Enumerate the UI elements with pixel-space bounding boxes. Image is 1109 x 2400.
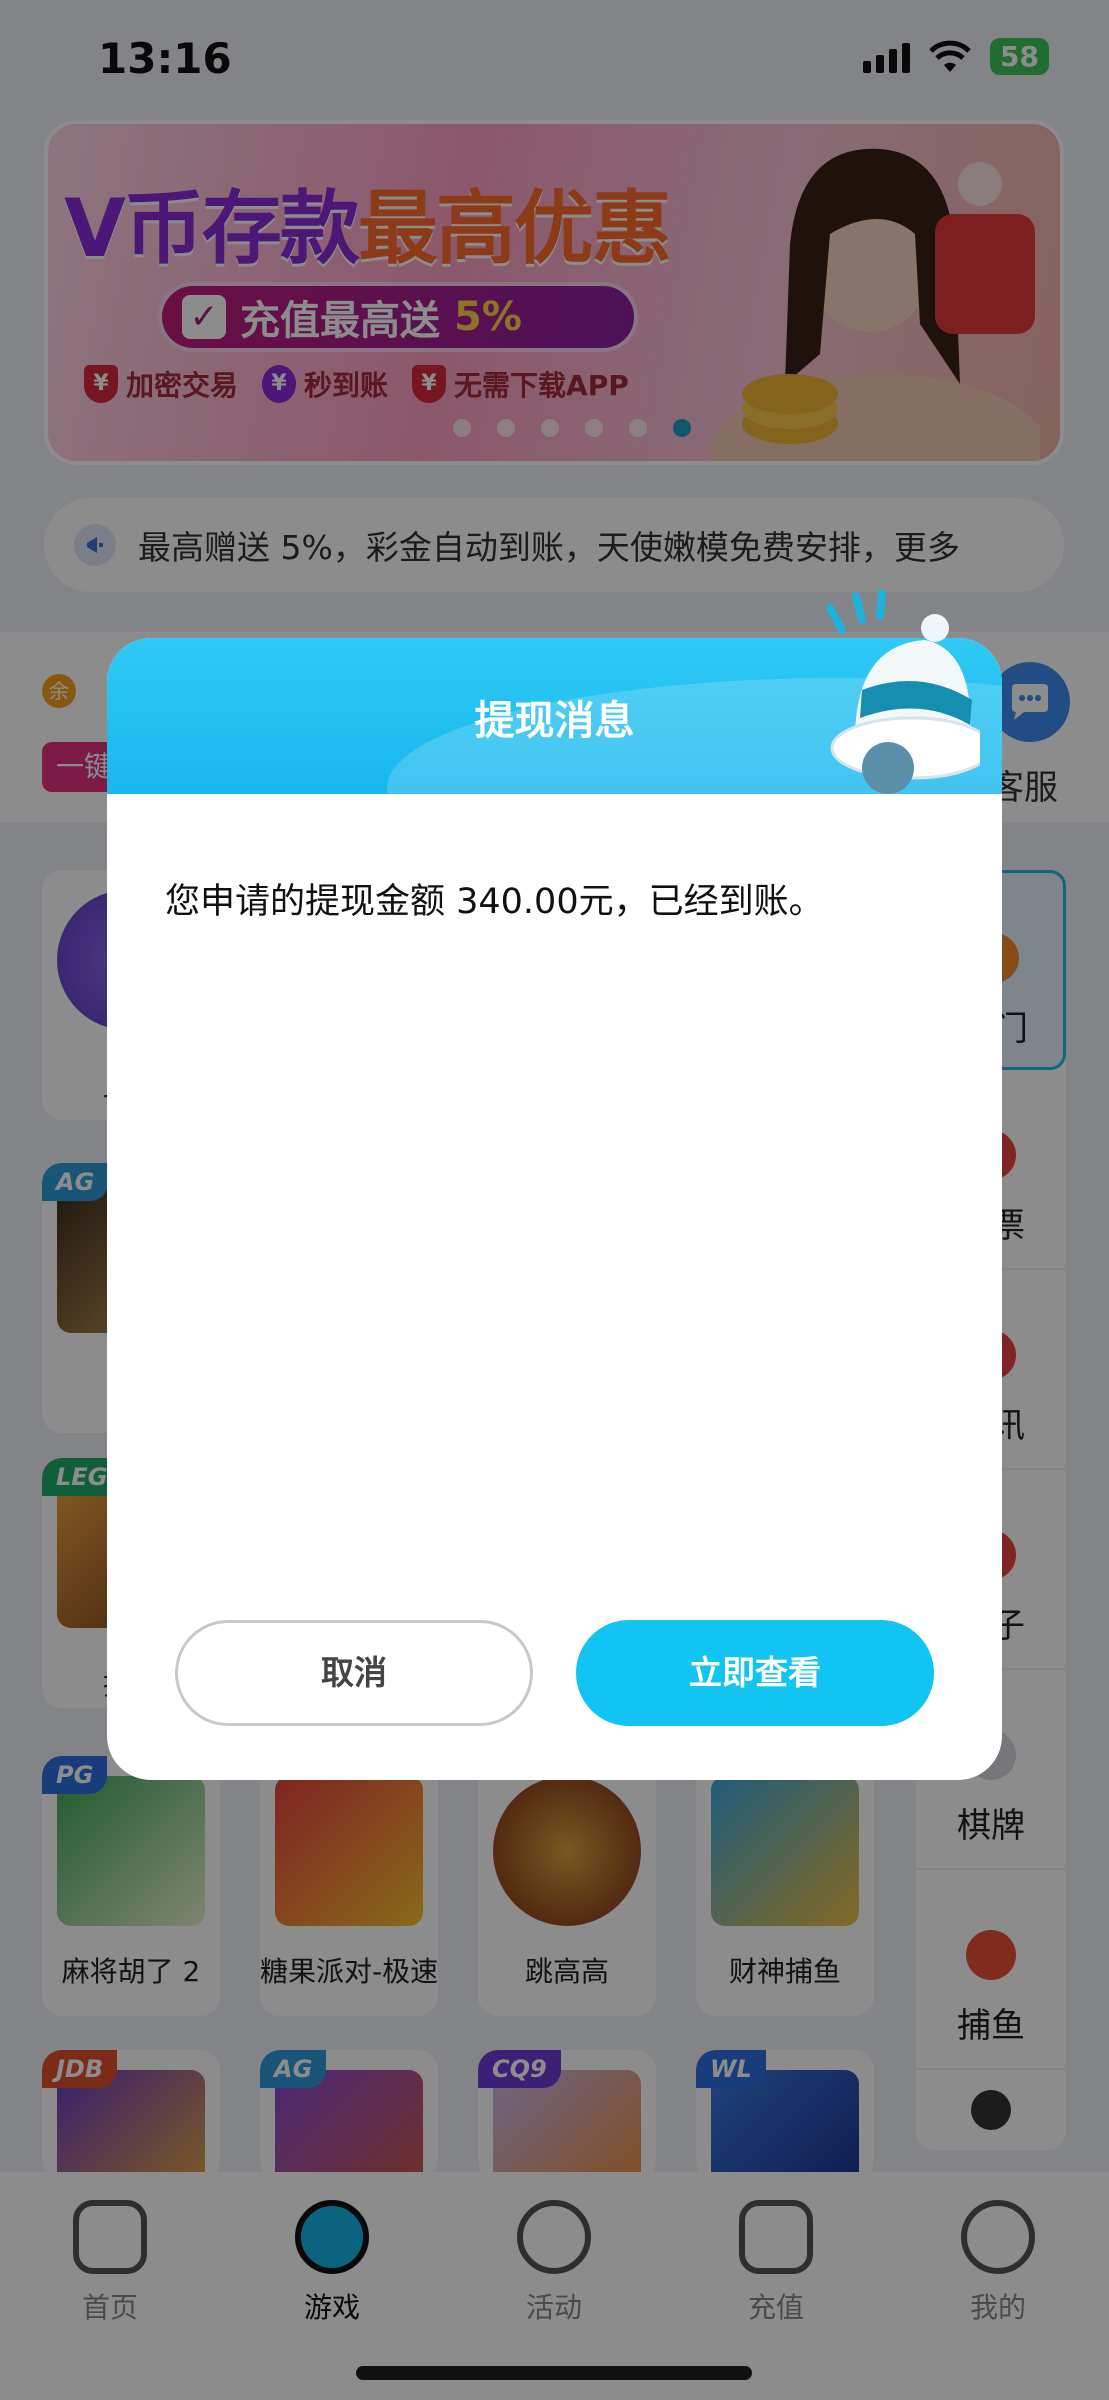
bell-icon (826, 590, 980, 794)
cancel-button[interactable]: 取消 (175, 1620, 533, 1726)
home-indicator (356, 2366, 752, 2380)
dialog-message: 您申请的提现金额 340.00元，已经到账。 (165, 882, 824, 922)
view-now-button[interactable]: 立即查看 (576, 1620, 934, 1726)
